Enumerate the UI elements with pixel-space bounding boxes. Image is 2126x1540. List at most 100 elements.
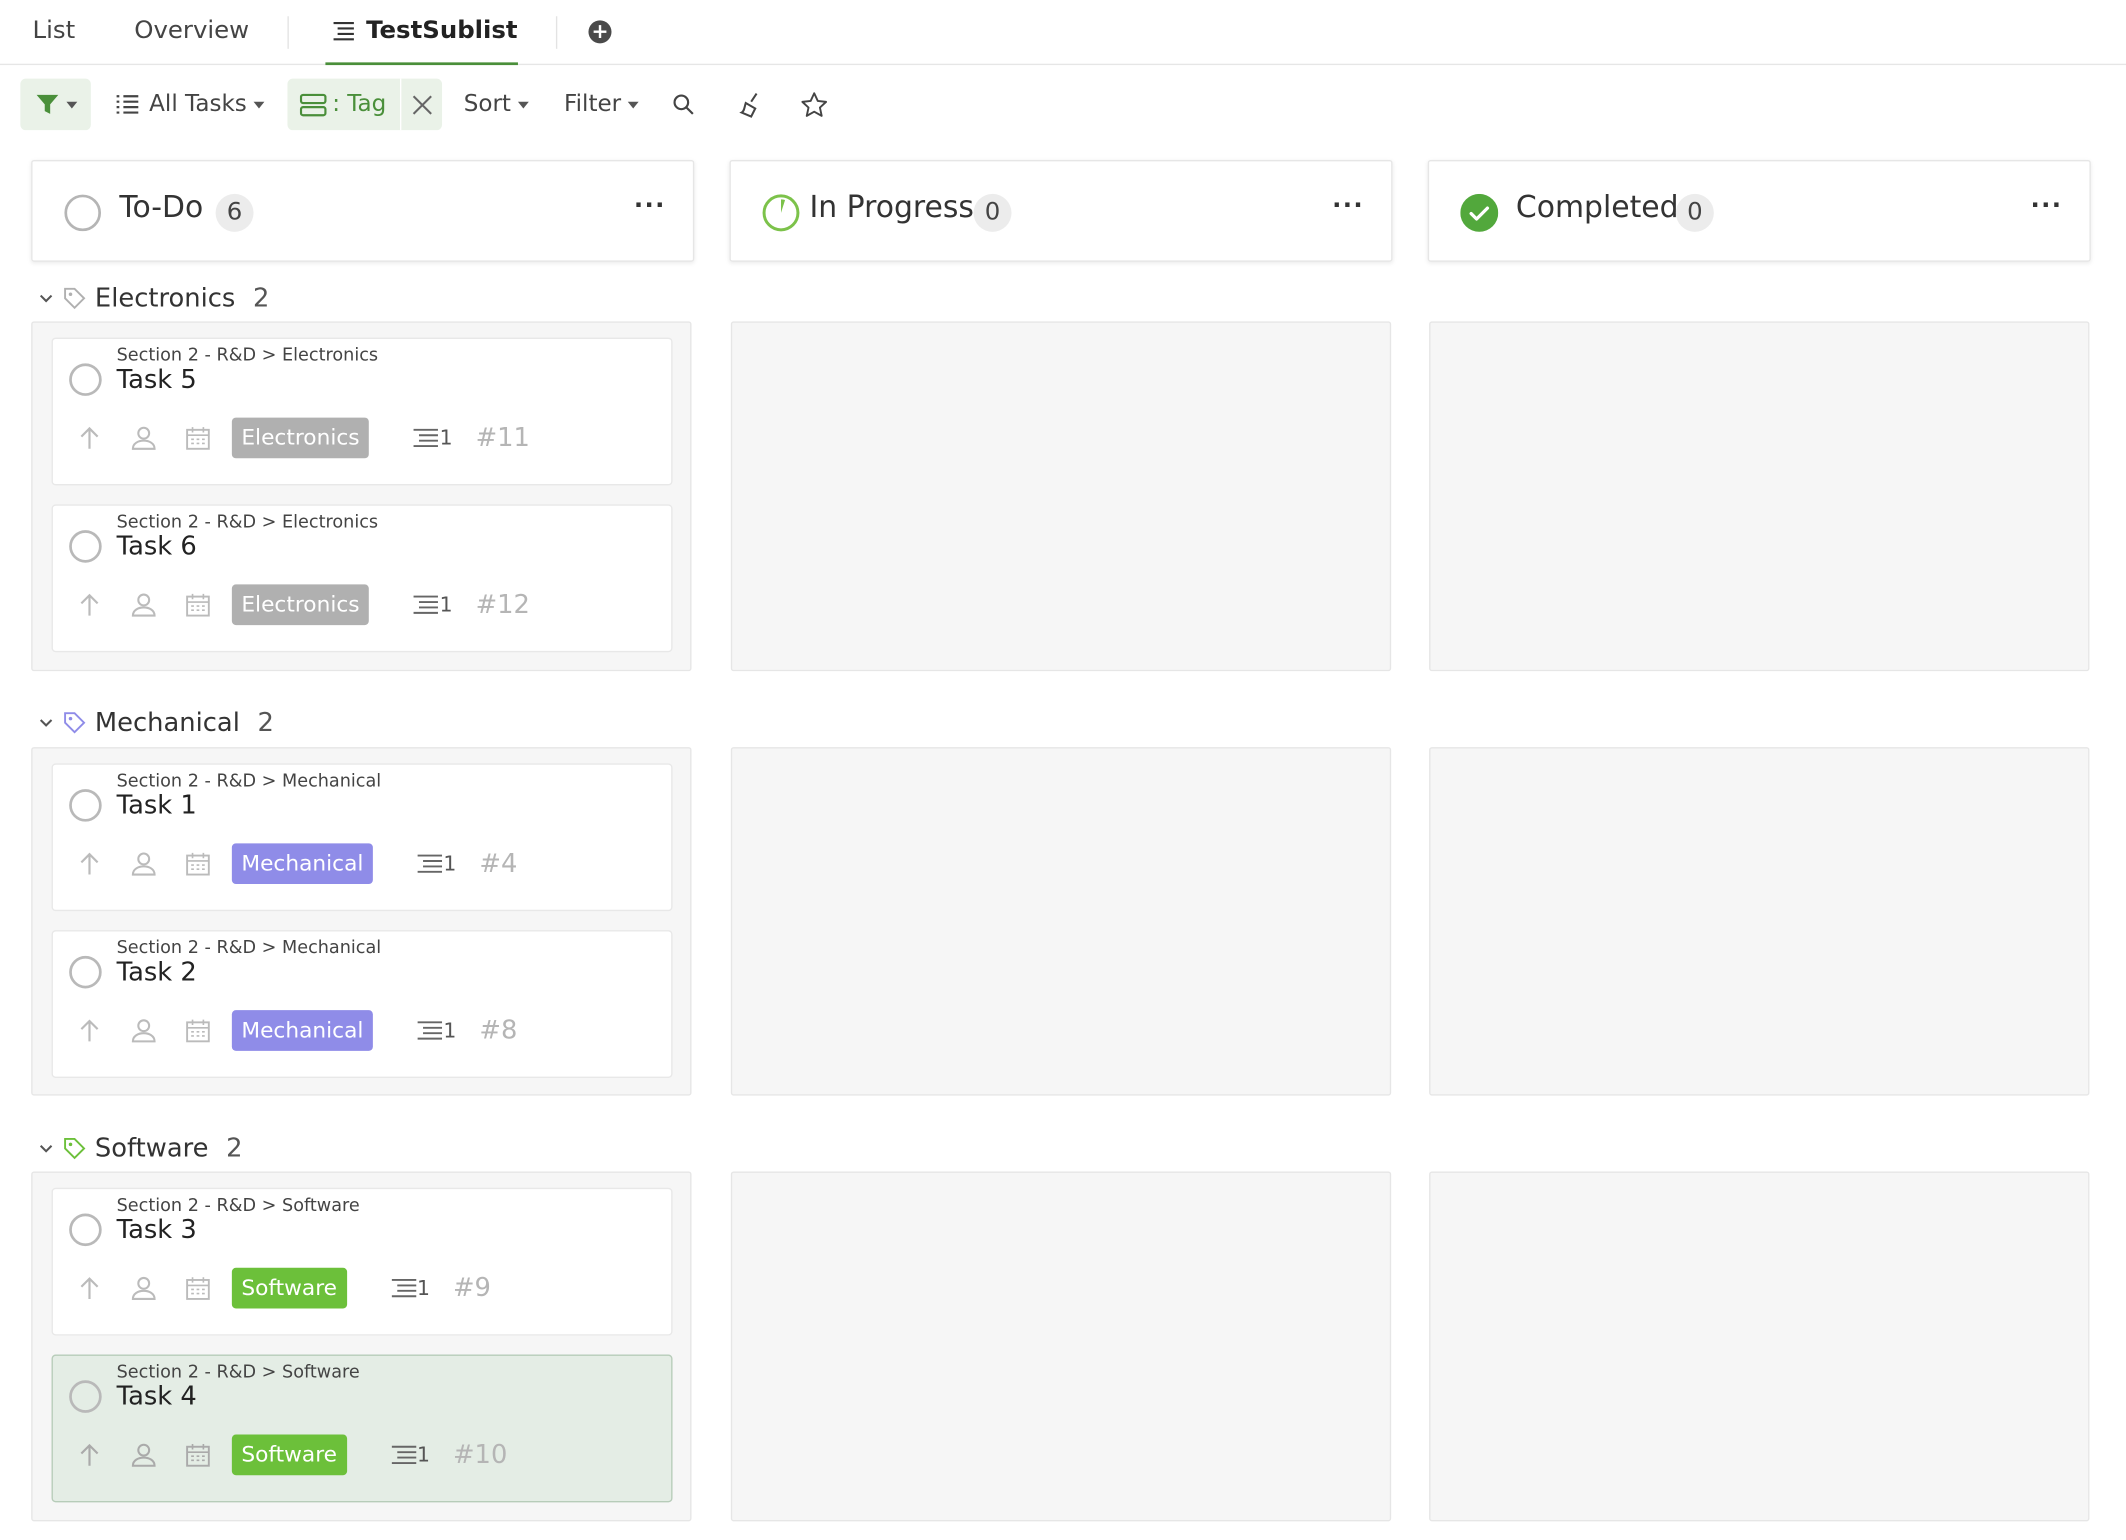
group-name: Software [94,1133,209,1164]
more-icon[interactable]: ··· [1332,191,1364,219]
chevron-down-icon[interactable] [38,715,54,731]
view-tabs: List Overview TestSublist + [0,0,2126,66]
search-button[interactable] [673,79,695,131]
task-id: #4 [479,848,518,879]
task-checkbox[interactable] [69,530,102,563]
broom-icon [739,92,758,118]
subtask-icon [413,595,439,614]
subtask-icon [417,1021,443,1040]
tab-overview[interactable]: Overview [134,0,249,64]
subtask-count[interactable]: 1 [412,593,453,617]
task-checkbox[interactable] [69,955,102,989]
task-card[interactable]: Section 2 - R&D > Software Task 3 Softwa… [51,1187,673,1336]
group-count: 2 [252,283,270,314]
tab-list[interactable]: List [33,0,76,64]
active-tab-indicator [325,62,518,66]
tag-pill[interactable]: Mechanical [231,843,373,885]
assignee-icon[interactable] [130,424,157,451]
tag-pill[interactable]: Electronics [231,584,370,626]
chevron-down-icon [517,101,529,108]
task-path: Section 2 - R&D > Electronics [116,345,379,367]
task-name: Task 1 [116,790,197,821]
lane-in-progress-electronics [730,321,1392,672]
filter-button[interactable]: Filter [564,79,639,131]
subtask-count[interactable]: 1 [416,1018,456,1043]
view-selector[interactable]: All Tasks [115,79,265,131]
task-id: #11 [475,423,530,453]
priority-arrow-icon[interactable] [76,1441,103,1468]
tag-pill[interactable]: Software [231,1267,347,1309]
calendar-icon[interactable] [184,591,211,618]
task-path: Section 2 - R&D > Software [116,1195,360,1217]
subtask-icon [413,428,439,448]
task-path: Section 2 - R&D > Mechanical [116,938,382,959]
todo-status-icon [64,194,102,232]
subtask-number: 1 [443,851,457,876]
lane-in-progress-software [730,1171,1392,1522]
subtask-icon [391,1279,416,1298]
assignee-icon[interactable] [130,850,157,877]
add-view-icon[interactable]: + [588,20,612,44]
priority-arrow-icon[interactable] [76,1017,103,1044]
group-name: Electronics [94,283,236,314]
tag-pill[interactable]: Software [231,1434,347,1476]
chevron-down-icon[interactable] [38,290,54,306]
tab-divider [287,16,289,49]
remove-grouping-button[interactable] [399,78,442,131]
assignee-icon[interactable] [130,591,157,618]
priority-arrow-icon[interactable] [76,424,103,451]
calendar-icon[interactable] [184,1017,211,1044]
calendar-icon[interactable] [184,850,211,877]
task-card[interactable]: Section 2 - R&D > Mechanical Task 1 Mech… [51,763,673,912]
tag-pill[interactable]: Mechanical [231,1010,373,1051]
group-header-mechanical: Mechanical 2 [38,706,274,739]
calendar-icon[interactable] [184,424,211,451]
task-checkbox[interactable] [69,363,102,396]
tag-icon [64,1138,86,1160]
assignee-icon[interactable] [130,1275,157,1302]
assignee-icon[interactable] [130,1017,157,1044]
group-count: 2 [226,1133,243,1164]
subtask-count[interactable]: 1 [390,1276,430,1300]
chevron-down-icon [627,101,639,108]
assignee-icon[interactable] [130,1441,157,1468]
task-card[interactable]: Section 2 - R&D > Electronics Task 6 Ele… [51,504,673,653]
column-title: In Progress [809,191,974,226]
priority-arrow-icon[interactable] [76,1275,103,1302]
view-selector-label: All Tasks [149,90,247,118]
subtask-count[interactable]: 1 [416,852,456,876]
sort-button[interactable]: Sort [464,79,529,131]
lane-completed-electronics [1429,321,2090,672]
column-header-completed: Completed 0 ··· [1427,159,2091,262]
calendar-icon[interactable] [184,1441,211,1468]
tag-pill[interactable]: Electronics [231,417,370,459]
priority-arrow-icon[interactable] [76,591,103,618]
more-icon[interactable]: ··· [634,191,666,219]
funnel-icon [35,94,58,114]
quick-filter-button[interactable] [20,78,91,131]
lane-todo-mechanical: Section 2 - R&D > Mechanical Task 1 Mech… [31,747,692,1096]
chevron-down-icon[interactable] [38,1140,54,1156]
subtask-count[interactable]: 1 [412,426,453,450]
task-card[interactable]: Section 2 - R&D > Electronics Task 5 Ele… [51,337,673,486]
star-icon [801,91,828,117]
group-by-tag-chip[interactable]: : Tag [287,78,443,131]
more-icon[interactable]: ··· [2030,191,2062,219]
lane-todo-electronics: Section 2 - R&D > Electronics Task 5 Ele… [31,321,692,672]
task-checkbox[interactable] [69,789,102,822]
subtask-icon [417,854,443,873]
task-card-selected[interactable]: Section 2 - R&D > Software Task 4 Softwa… [51,1354,673,1503]
task-name: Task 4 [116,1381,197,1412]
subtask-count[interactable]: 1 [390,1443,430,1467]
priority-arrow-icon[interactable] [76,850,103,877]
subtask-icon [391,1445,416,1464]
task-checkbox[interactable] [69,1380,102,1413]
favorite-button[interactable] [800,79,828,131]
task-card[interactable]: Section 2 - R&D > Mechanical Task 2 Mech… [51,930,673,1078]
tab-testsublist[interactable]: TestSublist [325,0,518,66]
column-title: Completed [1515,191,1679,226]
in-progress-status-icon [762,194,800,232]
task-checkbox[interactable] [69,1213,102,1247]
clean-button[interactable] [739,79,766,131]
calendar-icon[interactable] [184,1275,211,1302]
